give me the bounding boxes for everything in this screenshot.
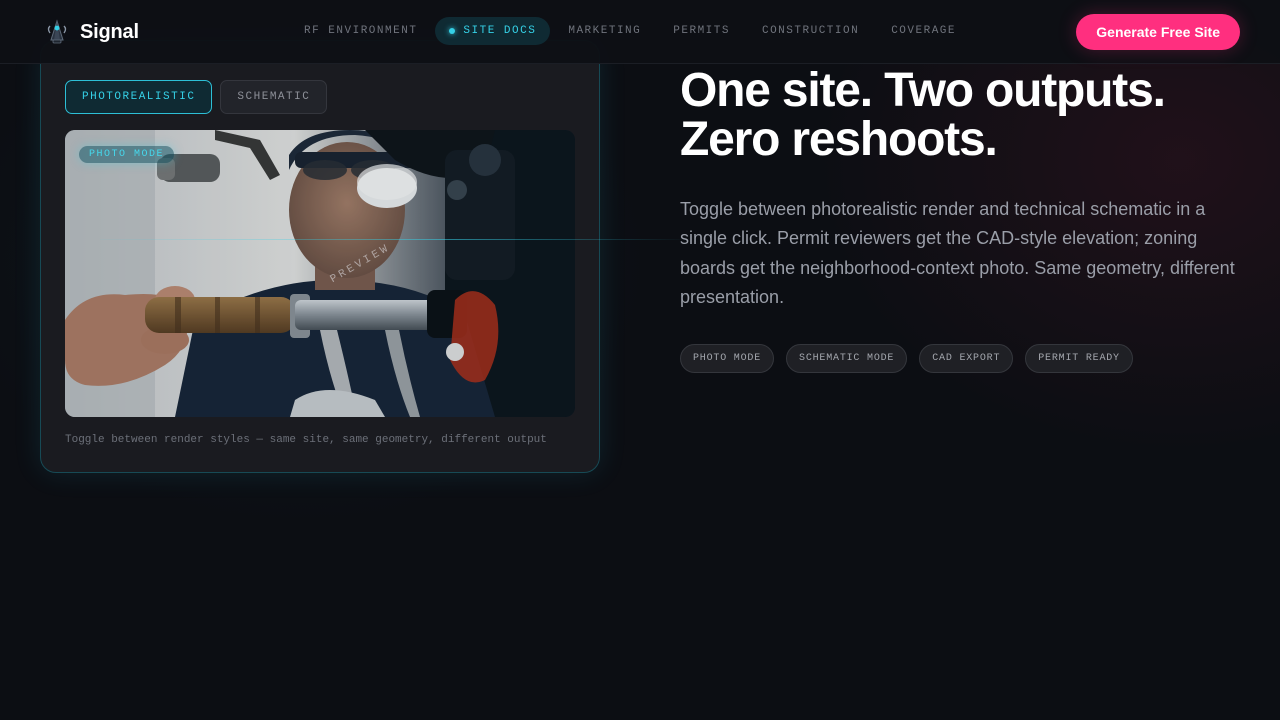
preview-photo: PHOTO MODE PREVIEW [65, 130, 575, 417]
comparison-scan-line [100, 239, 690, 240]
hero-headline: One site. Two outputs. Zero reshoots. [680, 66, 1240, 164]
nav-link-construction[interactable]: CONSTRUCTION [748, 17, 873, 45]
brand-name: Signal [80, 20, 139, 43]
tag-cad-export: CAD EXPORT [919, 344, 1014, 373]
preview-photo-illustration [65, 130, 575, 417]
nav-link-marketing[interactable]: MARKETING [554, 17, 655, 45]
nav-link-site-docs[interactable]: SITE DOCS [435, 17, 551, 45]
nav-link-label: CONSTRUCTION [761, 25, 860, 37]
headline-line-2: Zero reshoots. [680, 113, 998, 166]
headline-line-1: One site. Two outputs. [680, 64, 1166, 117]
nav-link-coverage[interactable]: COVERAGE [877, 17, 970, 45]
active-dot-icon [449, 28, 456, 34]
signal-tower-icon [47, 19, 67, 44]
nav-link-permits[interactable]: PERMITS [659, 17, 744, 45]
hero-description: Toggle between photorealistic render and… [680, 199, 1235, 307]
tag-schematic-mode: SCHEMATIC MODE [786, 344, 908, 373]
tag-photo-mode: PHOTO MODE [680, 344, 775, 373]
brand[interactable]: Signal [44, 18, 139, 46]
nav-link-label: MARKETING [568, 25, 642, 37]
feature-tags: PHOTO MODE SCHEMATIC MODE CAD EXPORT PER… [680, 344, 1133, 373]
top-navigation: Signal RF ENVIRONMENT SITE DOCS MARKETIN… [0, 0, 1280, 64]
photo-mode-badge: PHOTO MODE [79, 146, 175, 163]
render-style-toggle: PHOTOREALISTIC SCHEMATIC [65, 80, 328, 114]
render-preview-card: PHOTOREALISTIC SCHEMATIC PHOTO MODE PREV… [40, 40, 600, 473]
toggle-schematic[interactable]: SCHEMATIC [220, 80, 328, 114]
nav-link-label: COVERAGE [891, 25, 957, 37]
nav-link-label: SITE DOCS [463, 25, 537, 37]
toggle-photorealistic[interactable]: PHOTOREALISTIC [65, 80, 213, 114]
tag-permit-ready: PERMIT READY [1025, 344, 1133, 373]
nav-link-label: PERMITS [673, 25, 730, 37]
nav-link-rf-environment[interactable]: RF ENVIRONMENT [290, 17, 431, 45]
nav-links: RF ENVIRONMENT SITE DOCS MARKETING PERMI… [290, 17, 970, 45]
generate-free-site-button[interactable]: Generate Free Site [1076, 14, 1240, 50]
card-caption: Toggle between render styles — same site… [65, 434, 547, 446]
nav-link-label: RF ENVIRONMENT [304, 25, 418, 37]
